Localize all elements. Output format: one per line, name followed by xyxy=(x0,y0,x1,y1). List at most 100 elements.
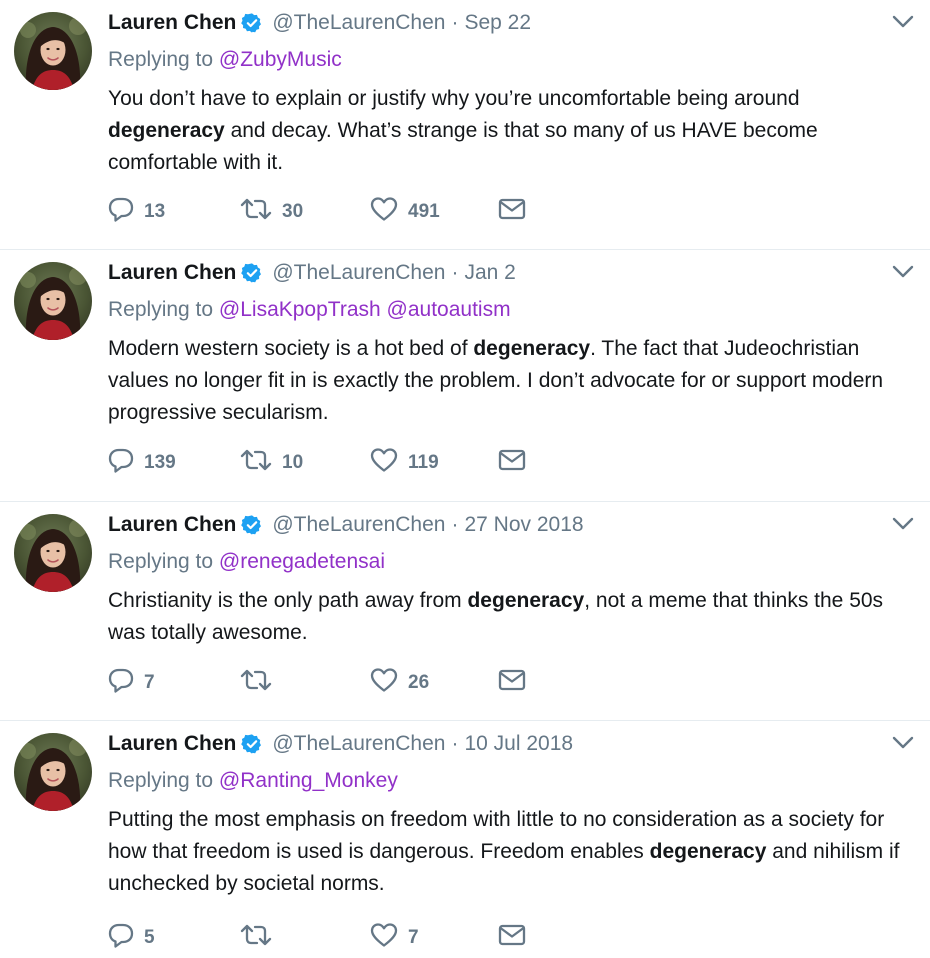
heart-icon xyxy=(370,447,398,479)
reply-button[interactable]: 139 xyxy=(108,447,240,479)
tweet-text-highlight: degeneracy xyxy=(467,589,585,612)
envelope-icon xyxy=(498,449,526,477)
reply-button[interactable]: 7 xyxy=(108,667,240,699)
avatar[interactable] xyxy=(14,12,92,90)
like-button[interactable]: 119 xyxy=(370,447,498,479)
user-handle[interactable]: @TheLaurenChen xyxy=(272,261,445,285)
user-handle[interactable]: @TheLaurenChen xyxy=(272,513,445,537)
like-count: 26 xyxy=(408,672,430,693)
verified-badge-icon xyxy=(241,262,263,284)
heart-icon xyxy=(370,922,398,954)
retweet-button[interactable] xyxy=(240,668,370,698)
tweet-text-part: Modern western society is a hot bed of xyxy=(108,337,474,360)
tweet-text: Modern western society is a hot bed of d… xyxy=(108,333,908,429)
tweet-date[interactable]: Sep 22 xyxy=(464,11,531,35)
retweet-button[interactable] xyxy=(240,923,370,953)
mention-link[interactable]: @ZubyMusic xyxy=(219,48,342,71)
retweet-icon xyxy=(240,448,272,478)
mention-link[interactable]: @LisaKpopTrash xyxy=(219,298,381,321)
replying-to-label: Replying to xyxy=(108,769,214,792)
dm-button[interactable] xyxy=(498,669,526,697)
tweet-text-part: You don’t have to explain or justify why… xyxy=(108,87,800,110)
like-button[interactable]: 26 xyxy=(370,667,498,699)
tweet-header: Lauren Chen @TheLaurenChen · 27 Nov 2018 xyxy=(108,510,584,540)
reply-bubble-icon xyxy=(108,922,134,954)
tweet-text: Christianity is the only path away from … xyxy=(108,585,908,649)
retweet-count: 10 xyxy=(282,452,304,473)
reply-bubble-icon xyxy=(108,447,134,479)
tweet[interactable]: Lauren Chen @TheLaurenChen · Sep 22 Repl… xyxy=(0,0,930,250)
verified-badge-icon xyxy=(241,514,263,536)
replying-to: Replying to @renegadetensai xyxy=(108,550,385,574)
retweet-icon xyxy=(240,668,272,698)
tweet-text: Putting the most emphasis on freedom wit… xyxy=(108,804,908,900)
separator: · xyxy=(451,513,459,536)
reply-bubble-icon xyxy=(108,196,134,228)
like-button[interactable]: 7 xyxy=(370,922,498,954)
avatar[interactable] xyxy=(14,733,92,811)
like-button[interactable]: 491 xyxy=(370,196,498,228)
user-handle[interactable]: @TheLaurenChen xyxy=(272,11,445,35)
chevron-down-icon[interactable] xyxy=(892,735,914,751)
tweet-date[interactable]: 10 Jul 2018 xyxy=(464,732,573,756)
mention-link[interactable]: @renegadetensai xyxy=(219,550,385,573)
chevron-down-icon[interactable] xyxy=(892,264,914,280)
envelope-icon xyxy=(498,198,526,226)
tweet-header: Lauren Chen @TheLaurenChen · 10 Jul 2018 xyxy=(108,729,573,759)
replying-to-label: Replying to xyxy=(108,550,214,573)
tweet-actions: 139 10 119 xyxy=(108,448,526,478)
tweet[interactable]: Lauren Chen @TheLaurenChen · 27 Nov 2018… xyxy=(0,502,930,721)
tweet-date[interactable]: Jan 2 xyxy=(464,261,515,285)
replying-to: Replying to @Ranting_Monkey xyxy=(108,769,398,793)
avatar[interactable] xyxy=(14,262,92,340)
reply-count: 139 xyxy=(144,452,176,473)
tweet-text-highlight: degeneracy xyxy=(649,840,767,863)
display-name[interactable]: Lauren Chen xyxy=(108,513,236,537)
replying-to-label: Replying to xyxy=(108,298,214,321)
tweet-header: Lauren Chen @TheLaurenChen · Jan 2 xyxy=(108,258,516,288)
user-handle[interactable]: @TheLaurenChen xyxy=(272,732,445,756)
envelope-icon xyxy=(498,669,526,697)
retweet-icon xyxy=(240,197,272,227)
reply-button[interactable]: 5 xyxy=(108,922,240,954)
envelope-icon xyxy=(498,924,526,952)
tweet[interactable]: Lauren Chen @TheLaurenChen · 10 Jul 2018… xyxy=(0,721,930,957)
tweet-header: Lauren Chen @TheLaurenChen · Sep 22 xyxy=(108,8,531,38)
tweet-actions: 13 30 491 xyxy=(108,197,526,227)
chevron-down-icon[interactable] xyxy=(892,516,914,532)
display-name[interactable]: Lauren Chen xyxy=(108,261,236,285)
reply-count: 7 xyxy=(144,672,155,693)
dm-button[interactable] xyxy=(498,924,526,952)
chevron-down-icon[interactable] xyxy=(892,14,914,30)
tweet-text-highlight: degeneracy xyxy=(473,337,591,360)
verified-badge-icon xyxy=(241,12,263,34)
retweet-icon xyxy=(240,923,272,953)
tweet-text: You don’t have to explain or justify why… xyxy=(108,83,908,179)
mention-link[interactable]: @autoautism xyxy=(387,298,511,321)
tweet[interactable]: Lauren Chen @TheLaurenChen · Jan 2 Reply… xyxy=(0,250,930,502)
tweet-actions: 5 7 xyxy=(108,923,526,953)
tweet-text-part: Christianity is the only path away from xyxy=(108,589,468,612)
verified-badge-icon xyxy=(241,733,263,755)
display-name[interactable]: Lauren Chen xyxy=(108,11,236,35)
separator: · xyxy=(451,11,459,34)
dm-button[interactable] xyxy=(498,198,526,226)
reply-bubble-icon xyxy=(108,667,134,699)
mention-link[interactable]: @Ranting_Monkey xyxy=(219,769,398,792)
separator: · xyxy=(451,732,459,755)
like-count: 119 xyxy=(408,452,439,473)
tweet-actions: 7 26 xyxy=(108,668,526,698)
reply-button[interactable]: 13 xyxy=(108,196,240,228)
avatar[interactable] xyxy=(14,514,92,592)
retweet-button[interactable]: 10 xyxy=(240,448,370,478)
retweet-button[interactable]: 30 xyxy=(240,197,370,227)
reply-count: 13 xyxy=(144,201,166,222)
replying-to: Replying to @LisaKpopTrash @autoautism xyxy=(108,298,511,322)
heart-icon xyxy=(370,667,398,699)
display-name[interactable]: Lauren Chen xyxy=(108,732,236,756)
heart-icon xyxy=(370,196,398,228)
separator: · xyxy=(451,261,459,284)
tweet-date[interactable]: 27 Nov 2018 xyxy=(464,513,583,537)
dm-button[interactable] xyxy=(498,449,526,477)
replying-to: Replying to @ZubyMusic xyxy=(108,48,342,72)
